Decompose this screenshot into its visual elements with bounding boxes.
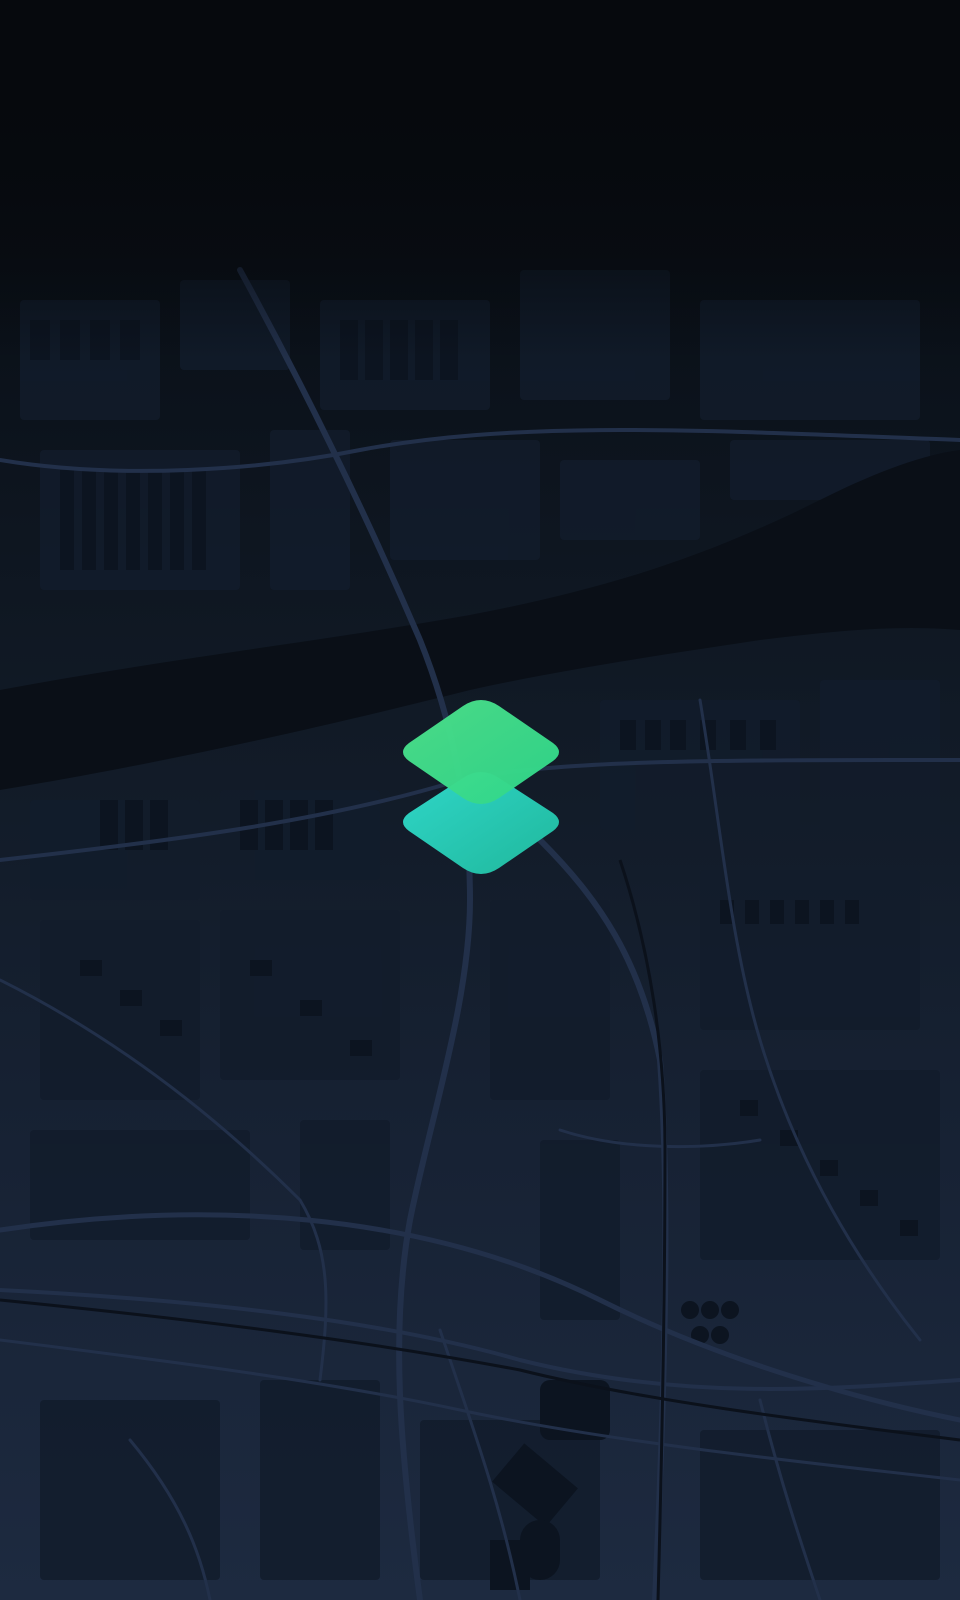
layers-icon	[403, 700, 559, 874]
map-blocks	[20, 270, 940, 1580]
logo-top-layer	[403, 700, 559, 804]
splash-screen	[0, 0, 960, 1600]
